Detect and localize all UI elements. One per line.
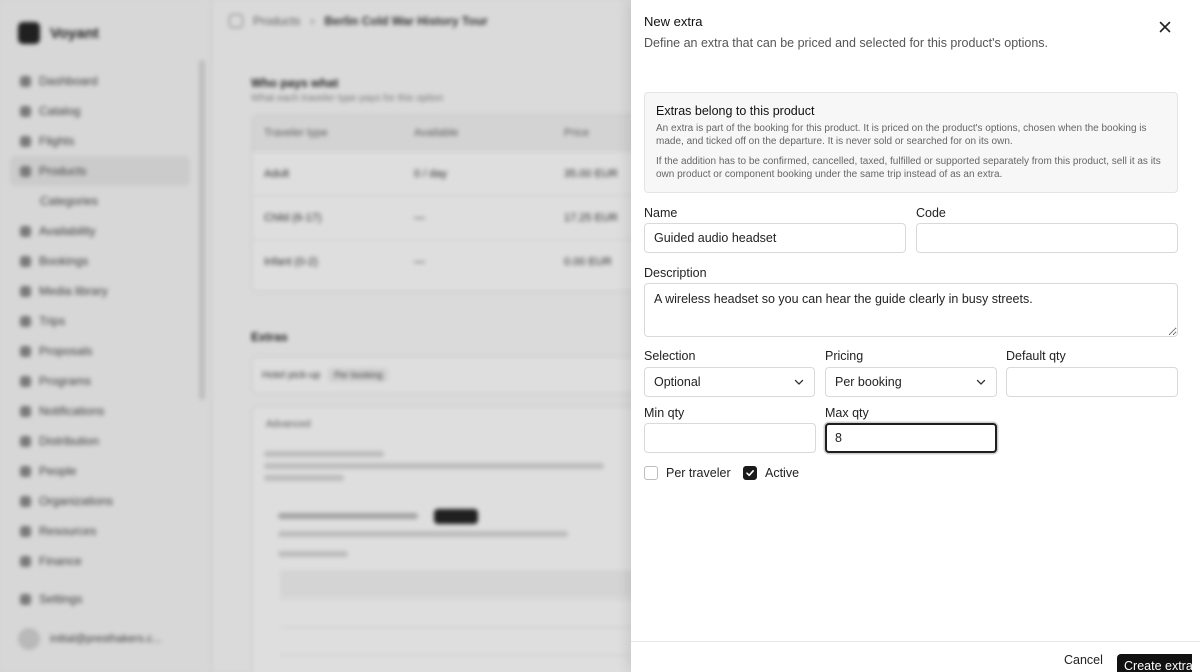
cancel-button[interactable]: Cancel — [1064, 653, 1103, 667]
drawer-footer — [631, 641, 1200, 672]
close-button[interactable] — [1155, 17, 1175, 37]
checkbox-box[interactable] — [644, 466, 658, 480]
close-icon — [1159, 21, 1171, 33]
check-icon — [746, 470, 754, 477]
default-qty-field[interactable] — [1006, 367, 1178, 397]
min-qty-label: Min qty — [644, 406, 685, 420]
active-checkbox[interactable]: Active — [743, 466, 799, 480]
info-paragraph: If the addition has to be confirmed, can… — [656, 156, 1161, 180]
checkbox-box[interactable] — [743, 466, 757, 480]
code-label: Code — [916, 206, 946, 220]
info-callout: Extras belong to this product An extra i… — [644, 92, 1178, 193]
per-traveler-checkbox[interactable]: Per traveler — [644, 466, 731, 480]
default-qty-label: Default qty — [1006, 349, 1066, 363]
max-qty-label: Max qty — [825, 406, 869, 420]
selection-label: Selection — [644, 349, 696, 363]
code-field[interactable] — [916, 223, 1178, 253]
info-title: Extras belong to this product — [656, 104, 815, 118]
description-field[interactable]: A wireless headset so you can hear the g… — [644, 283, 1178, 337]
new-extra-drawer: New extra Define an extra that can be pr… — [631, 0, 1200, 672]
name-field[interactable] — [644, 223, 906, 253]
create-extra-button[interactable]: Create extra — [1117, 654, 1192, 672]
description-label: Description — [644, 266, 707, 280]
selection-select[interactable]: Optional — [644, 367, 815, 397]
pricing-label: Pricing — [825, 349, 864, 363]
active-label: Active — [765, 466, 800, 480]
info-paragraph: An extra is part of the booking for this… — [656, 123, 1147, 147]
per-traveler-label: Per traveler — [666, 466, 731, 480]
max-qty-field[interactable] — [825, 423, 997, 453]
modal-overlay[interactable] — [0, 0, 631, 672]
chevron-down-icon — [794, 379, 804, 385]
pricing-select[interactable]: Per booking — [825, 367, 997, 397]
pricing-value: Per booking — [835, 375, 902, 389]
drawer-subtitle: Define an extra that can be priced and s… — [644, 36, 1049, 50]
selection-value: Optional — [654, 375, 701, 389]
chevron-down-icon — [976, 379, 986, 385]
name-label: Name — [644, 206, 678, 220]
min-qty-field[interactable] — [644, 423, 816, 453]
drawer-title: New extra — [644, 14, 703, 29]
